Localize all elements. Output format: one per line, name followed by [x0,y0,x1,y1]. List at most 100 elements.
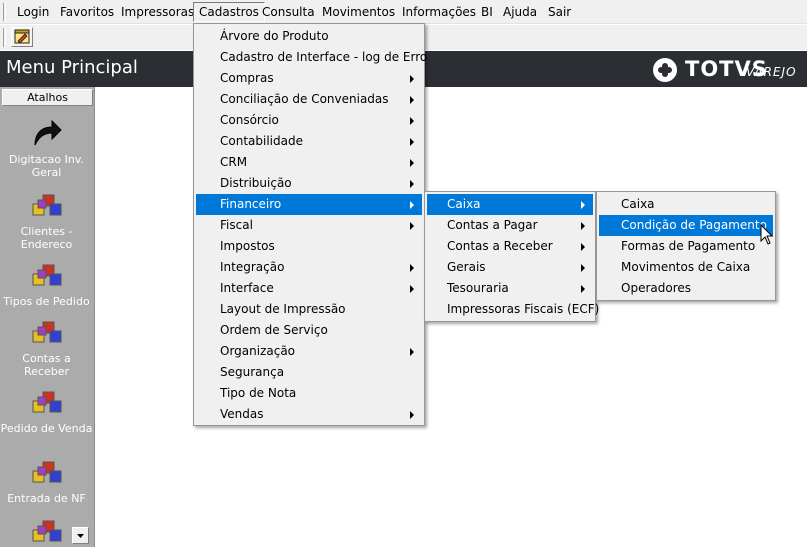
chevron-right-icon [410,180,414,188]
menu-item-fiscal[interactable]: Fiscal [196,215,422,236]
menu-item-vendas[interactable]: Vendas [196,404,422,425]
menu-item-label: Contabilidade [220,134,303,148]
shortcuts-sidebar: Atalhos Digitacao Inv. Geral Clientes - … [0,87,95,547]
menu-item-label: Árvore do Produto [220,29,329,43]
chevron-right-icon [410,222,414,230]
menu-item-layout-de-impressao[interactable]: Layout de Impressão [196,299,422,320]
shortcut-entrada-de-nf[interactable]: Entrada de NF [0,454,93,505]
menu-ajuda[interactable]: Ajuda [497,2,543,22]
menu-favoritos[interactable]: Favoritos [54,2,120,22]
shortcut-label: Pedido de Venda [0,422,93,435]
menu-item-interface[interactable]: Interface [196,278,422,299]
menu-cadastros[interactable]: Cadastros [193,2,265,22]
shortcut-label: Digitacao Inv. Geral [8,153,84,179]
chevron-right-icon [410,159,414,167]
chevron-right-icon [410,264,414,272]
menu-impressoras[interactable]: Impressoras [115,2,200,22]
chevron-right-icon [410,285,414,293]
menu-item-conciliacao-de-conveniadas[interactable]: Conciliação de Conveniadas [196,89,422,110]
menu-item-label: Organização [220,344,296,358]
chevron-right-icon [581,222,585,230]
menu-item-integracao[interactable]: Integração [196,257,422,278]
chevron-right-icon [410,117,414,125]
menu-item-organizacao[interactable]: Organização [196,341,422,362]
chevron-right-icon [410,411,414,419]
menu-item-tipo-de-nota[interactable]: Tipo de Nota [196,383,422,404]
menu-movimentos[interactable]: Movimentos [316,2,401,22]
menu-item-label: Layout de Impressão [220,302,346,316]
menu-item-contas-a-pagar[interactable]: Contas a Pagar [427,215,593,236]
menu-bar: Login Favoritos Impressoras Cadastros Co… [0,0,807,24]
toolbar-grip[interactable] [3,28,6,47]
menu-item-distribuicao[interactable]: Distribuição [196,173,422,194]
menu-item-arvore-do-produto[interactable]: Árvore do Produto [196,26,422,47]
menu-item-caixa[interactable]: Caixa [427,194,593,215]
chevron-right-icon [581,264,585,272]
edit-window-icon [14,29,30,44]
menu-item-label: Financeiro [220,197,282,211]
shortcut-clientes-endereco[interactable]: Clientes - Endereco [0,187,93,251]
menu-item-compras[interactable]: Compras [196,68,422,89]
chevron-right-icon [410,96,414,104]
shortcuts-header[interactable]: Atalhos [2,89,93,106]
shortcut-pedido-de-venda[interactable]: Pedido de Venda [0,384,93,435]
menu-item-formas-de-pagamento[interactable]: Formas de Pagamento [599,236,773,257]
menu-item-crm[interactable]: CRM [196,152,422,173]
menu-item-seguranca[interactable]: Segurança [196,362,422,383]
shortcut-digitacao-inv-geral[interactable]: Digitacao Inv. Geral [0,115,93,179]
menubar-grip[interactable] [3,3,6,21]
menu-item-label: Ordem de Serviço [220,323,328,337]
cadastros-dropdown: Árvore do Produto Cadastro de Interface -… [193,23,427,426]
financeiro-submenu: Caixa Contas a Pagar Contas a Receber Gerai… [424,191,599,322]
totvs-logo: TOTVS VAREJO [651,56,801,84]
logo-subtext: VAREJO [746,65,797,79]
cubes-icon [32,391,61,413]
shortcut-label: Tipos de Pedido [3,295,90,308]
menu-item-ordem-de-servico[interactable]: Ordem de Serviço [196,320,422,341]
menu-item-tesouraria[interactable]: Tesouraria [427,278,593,299]
chevron-right-icon [581,243,585,251]
menu-item-label: Contas a Pagar [447,218,538,232]
menu-item-movimentos-de-caixa[interactable]: Movimentos de Caixa [599,257,773,278]
cubes-icon [32,264,61,286]
menu-sair[interactable]: Sair [542,2,577,22]
menu-item-label: Caixa [447,197,481,211]
cubes-icon [32,321,61,343]
shortcut-label: Contas a Receber [22,352,71,378]
shortcut-tipos-de-pedido[interactable]: Tipos de Pedido [0,257,93,308]
menu-login[interactable]: Login [11,2,55,22]
menu-item-label: Segurança [220,365,285,379]
shortcut-label: Entrada de NF [7,492,86,505]
menu-item-label: Distribuição [220,176,292,190]
menu-item-label: Operadores [621,281,691,295]
menu-item-impressoras-fiscais-ecf[interactable]: Impressoras Fiscais (ECF) [427,299,599,320]
cubes-icon [32,194,61,216]
menu-item-label: Consórcio [220,113,279,127]
menu-item-caixa[interactable]: Caixa [599,194,773,215]
menu-item-contabilidade[interactable]: Contabilidade [196,131,422,152]
sidebar-scroll-down-button[interactable] [72,527,89,544]
menu-item-label: Conciliação de Conveniadas [220,92,389,106]
menu-item-consorcio[interactable]: Consórcio [196,110,422,131]
shortcut-contas-a-receber[interactable]: Contas a Receber [0,314,93,378]
chevron-right-icon [581,201,585,209]
menu-item-label: Condição de Pagamento [621,218,767,232]
chevron-right-icon [410,75,414,83]
menu-consulta[interactable]: Consulta [256,2,321,22]
menu-item-financeiro[interactable]: Financeiro [196,194,422,215]
menu-item-contas-a-receber[interactable]: Contas a Receber [427,236,593,257]
menu-informacoes[interactable]: Informações [396,2,482,22]
menu-item-label: Tesouraria [447,281,509,295]
chevron-right-icon [581,285,585,293]
toolbar-shortcut-button[interactable] [11,27,33,47]
menu-item-gerais[interactable]: Gerais [427,257,593,278]
page-title: Menu Principal [6,57,138,78]
menu-item-operadores[interactable]: Operadores [599,278,773,299]
menu-item-label: Vendas [220,407,264,421]
menu-item-impostos[interactable]: Impostos [196,236,422,257]
cubes-icon [32,520,61,542]
menu-bi[interactable]: BI [475,2,499,22]
menu-item-cadastro-de-interface-log-de-erro[interactable]: Cadastro de Interface - log de Erro [196,47,427,68]
cubes-icon [32,461,61,483]
menu-item-condicao-de-pagamento[interactable]: Condição de Pagamento [599,215,773,236]
